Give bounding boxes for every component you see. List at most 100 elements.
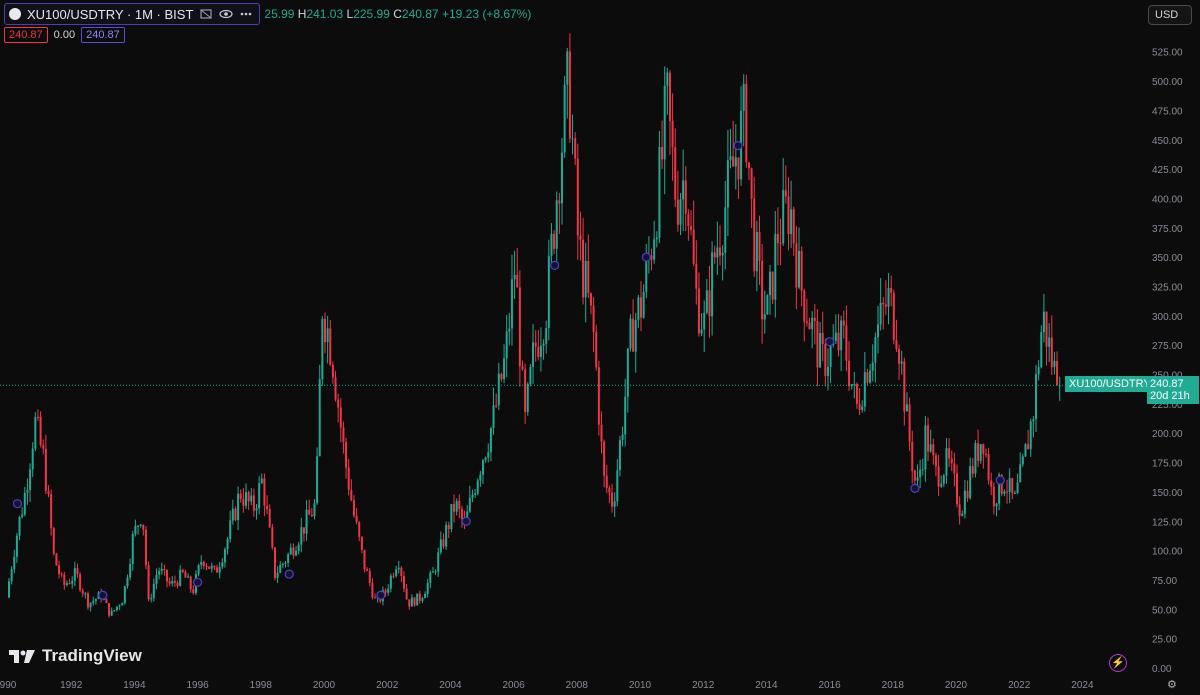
candle-body: [416, 593, 419, 606]
time-tick-label: 2024: [1071, 680, 1094, 691]
candle-body: [629, 318, 632, 349]
candle-body: [932, 444, 935, 456]
event-marker[interactable]: [550, 260, 560, 270]
event-marker[interactable]: [824, 337, 835, 347]
candle-body: [1021, 456, 1024, 465]
blue-value-box[interactable]: 240.87: [81, 27, 125, 43]
candle-body: [284, 562, 287, 564]
candle-body: [352, 500, 355, 516]
event-marker[interactable]: [376, 590, 386, 600]
candle-body: [200, 561, 203, 566]
candle-body: [1013, 492, 1016, 494]
candle-body: [1048, 337, 1051, 347]
candle-body: [750, 168, 753, 199]
candle-body: [47, 490, 50, 495]
gear-icon[interactable]: ⚙: [1167, 678, 1179, 691]
event-marker[interactable]: [641, 252, 651, 262]
settings-icon[interactable]: [239, 7, 253, 21]
candle-body: [158, 571, 161, 575]
candle-body: [721, 252, 724, 256]
time-tick-label: 2008: [566, 680, 589, 691]
candle-body: [845, 325, 848, 361]
candle-body: [587, 260, 590, 294]
candle-body: [690, 226, 693, 230]
candle-body: [821, 332, 824, 345]
candle-body: [1029, 421, 1032, 450]
event-marker[interactable]: [284, 569, 294, 579]
candle-body: [276, 572, 279, 578]
candle-body: [39, 417, 42, 445]
candle-body: [60, 574, 63, 576]
candle-body: [737, 157, 740, 180]
candle-body: [524, 369, 527, 412]
price-tick-label: 50.00: [1152, 605, 1177, 616]
candle-body: [424, 593, 427, 599]
candle-body: [887, 288, 890, 307]
price-tick-label: 350.00: [1152, 253, 1183, 264]
candle-body: [571, 138, 574, 140]
candle-body: [945, 448, 948, 476]
price-tick-label: 150.00: [1152, 488, 1183, 499]
candle-body: [661, 147, 664, 160]
candle-body: [366, 569, 369, 571]
candle-body: [474, 493, 477, 495]
candle-body: [684, 180, 687, 214]
candle-body: [384, 590, 387, 593]
price-tick-label: 25.00: [1152, 635, 1177, 646]
candle-body: [553, 233, 556, 249]
low-value: 225.99: [353, 7, 390, 21]
currency-button[interactable]: USD: [1148, 5, 1192, 25]
flag-icon[interactable]: [199, 7, 213, 21]
candle-body: [58, 565, 61, 575]
candle-body: [510, 279, 513, 329]
event-marker[interactable]: [193, 577, 203, 587]
candle-body: [413, 597, 416, 606]
candle-body: [68, 583, 71, 585]
lightning-icon[interactable]: ⚡: [1109, 654, 1127, 672]
candle-body: [898, 348, 901, 364]
candle-body: [990, 480, 993, 487]
indicator-row: 240.87 0.00 240.87: [4, 27, 125, 43]
time-tick-label: 2022: [1008, 680, 1031, 691]
candle-body: [853, 383, 856, 385]
candle-body: [858, 403, 861, 410]
candle-body: [813, 317, 816, 321]
candle-body: [616, 470, 619, 502]
event-marker[interactable]: [461, 516, 471, 526]
price-tick-label: 400.00: [1152, 194, 1183, 205]
tradingview-logo[interactable]: TradingView: [8, 646, 142, 666]
candle-body: [761, 260, 764, 320]
candle-body: [342, 427, 345, 442]
candle-body: [921, 469, 924, 471]
bar-countdown: 20d 21h: [1150, 390, 1190, 402]
candle-body: [695, 263, 698, 289]
candle-body: [334, 377, 337, 400]
candle-body: [468, 497, 471, 512]
candle-body: [505, 331, 508, 359]
candle-body: [79, 574, 82, 591]
candle-body: [1006, 491, 1009, 493]
event-marker[interactable]: [910, 483, 920, 494]
event-marker[interactable]: [98, 590, 108, 600]
time-axis[interactable]: 990 1992 1994 1996 1998 2000 2002 2004 2006 2008 2…: [0, 680, 1094, 691]
candle-body: [321, 318, 324, 380]
candle-body: [742, 83, 745, 111]
symbol-name[interactable]: XU100/USDTRY · 1M · BIST: [27, 7, 193, 22]
red-value-box[interactable]: 240.87: [4, 27, 48, 43]
close-label: C: [393, 7, 402, 21]
price-chart[interactable]: 0.00 25.00 50.00 75.00 100.00 125.00 150.00 175…: [0, 0, 1200, 695]
price-axis[interactable]: 0.00 25.00 50.00 75.00 100.00 125.00 150.00 175…: [1152, 48, 1183, 675]
price-tick-label: 425.00: [1152, 165, 1183, 176]
event-marker[interactable]: [12, 499, 23, 509]
candle-body: [121, 603, 124, 606]
symbol-box[interactable]: XU100/USDTRY · 1M · BIST: [4, 3, 261, 25]
candle-body: [798, 250, 800, 288]
candle-body: [489, 428, 492, 453]
event-marker[interactable]: [995, 475, 1005, 485]
open-value: 25.99: [264, 7, 295, 21]
candle-body: [927, 425, 930, 452]
candle-body: [476, 480, 479, 494]
candle-body: [637, 297, 640, 321]
event-marker[interactable]: [733, 141, 743, 151]
eye-icon[interactable]: [219, 7, 234, 21]
